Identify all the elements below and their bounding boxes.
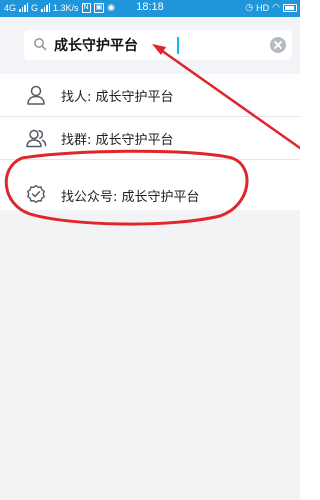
result-find-people[interactable]: 找人: 成长守护平台: [0, 74, 300, 117]
status-right: ◷ HD ◠: [245, 2, 297, 13]
search-query: 成长守护平台: [54, 38, 138, 54]
battery-icon: [283, 3, 297, 12]
hd-label: HD: [256, 2, 270, 13]
group-icon: [26, 129, 47, 148]
empty-area: [0, 210, 300, 500]
search-header: 成长守护平台: [0, 17, 300, 74]
search-results: 找人: 成长守护平台 找群: 成长守护平台 找公众号: 成长守护平台: [0, 74, 300, 217]
result-label: 找人: 成长守护平台: [61, 89, 174, 105]
result-find-groups[interactable]: 找群: 成长守护平台: [0, 117, 300, 160]
text-cursor: [177, 37, 179, 54]
verified-badge-icon: [27, 184, 45, 204]
clear-icon[interactable]: [270, 37, 286, 53]
result-label: 找群: 成长守护平台: [61, 132, 174, 148]
list-spacer: [0, 160, 300, 174]
search-input[interactable]: 成长守护平台: [24, 30, 292, 60]
person-icon: [27, 85, 45, 105]
search-icon: [34, 38, 47, 51]
wifi-icon: ◠: [272, 2, 280, 12]
status-bar: 4G G 1.3K/s N ▣ ◉ 18:18 ◷ HD ◠: [0, 0, 300, 17]
alarm-icon: ◷: [245, 2, 254, 12]
result-label: 找公众号: 成长守护平台: [61, 189, 200, 205]
